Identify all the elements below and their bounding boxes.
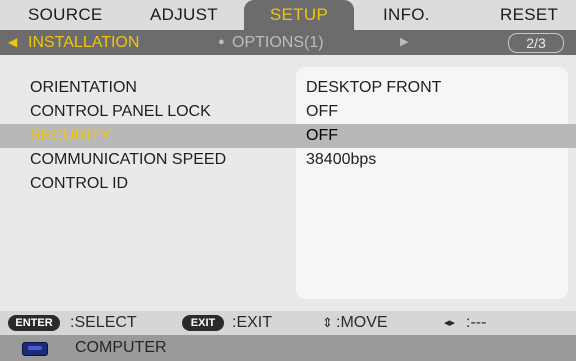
row-value: DESKTOP FRONT bbox=[306, 79, 442, 96]
exit-key-icon: EXIT bbox=[182, 315, 224, 331]
row-label: ORIENTATION bbox=[30, 79, 137, 96]
up-down-icon: ⇕ bbox=[322, 315, 333, 330]
exit-hint: :EXIT bbox=[232, 314, 273, 331]
tab-setup[interactable]: SETUP bbox=[244, 0, 354, 30]
enter-key-icon: ENTER bbox=[8, 315, 60, 331]
tab-reset[interactable]: RESET bbox=[500, 0, 560, 30]
page-indicator: 2/3 bbox=[508, 33, 564, 53]
sub-menu-bar: ◀ INSTALLATION ● OPTIONS(1) ▶ 2/3 bbox=[0, 30, 576, 55]
row-value: OFF bbox=[306, 127, 338, 144]
row-communication-speed[interactable]: COMMUNICATION SPEED 38400bps bbox=[0, 148, 576, 172]
row-value: OFF bbox=[306, 103, 338, 120]
subtab-installation[interactable]: INSTALLATION bbox=[28, 30, 139, 55]
row-security[interactable]: SECURITY OFF bbox=[0, 124, 576, 148]
source-bar: COMPUTER bbox=[0, 335, 576, 361]
row-label: SECURITY bbox=[30, 127, 111, 144]
left-right-hint: :--- bbox=[466, 314, 487, 331]
left-arrow-icon[interactable]: ◀ bbox=[8, 30, 17, 55]
row-value: 38400bps bbox=[306, 151, 377, 168]
row-label: CONTROL PANEL LOCK bbox=[30, 103, 211, 120]
source-label: COMPUTER bbox=[75, 339, 167, 356]
key-guide: ENTER :SELECT EXIT :EXIT ⇕ :MOVE ◂▸ :--- bbox=[0, 311, 576, 335]
computer-icon bbox=[22, 342, 48, 356]
row-control-id[interactable]: CONTROL ID bbox=[0, 172, 576, 196]
move-hint: :MOVE bbox=[336, 314, 388, 331]
row-label: COMMUNICATION SPEED bbox=[30, 151, 227, 168]
row-control-panel-lock[interactable]: CONTROL PANEL LOCK OFF bbox=[0, 100, 576, 124]
subtab-options-1[interactable]: OPTIONS(1) bbox=[232, 30, 324, 55]
projector-osd-menu: SOURCE ADJUST SETUP INFO. RESET ◀ INSTAL… bbox=[0, 0, 576, 361]
row-orientation[interactable]: ORIENTATION DESKTOP FRONT bbox=[0, 76, 576, 100]
settings-body: ORIENTATION DESKTOP FRONT CONTROL PANEL … bbox=[0, 55, 576, 311]
select-hint: :SELECT bbox=[70, 314, 137, 331]
row-label: CONTROL ID bbox=[30, 175, 129, 192]
left-right-icon: ◂▸ bbox=[444, 317, 456, 329]
top-menu-tabs: SOURCE ADJUST SETUP INFO. RESET bbox=[0, 0, 576, 30]
tab-adjust[interactable]: ADJUST bbox=[150, 0, 230, 30]
tab-source[interactable]: SOURCE bbox=[28, 0, 108, 30]
tab-info[interactable]: INFO. bbox=[383, 0, 443, 30]
right-arrow-icon[interactable]: ▶ bbox=[400, 30, 408, 55]
bullet-icon: ● bbox=[218, 36, 225, 48]
